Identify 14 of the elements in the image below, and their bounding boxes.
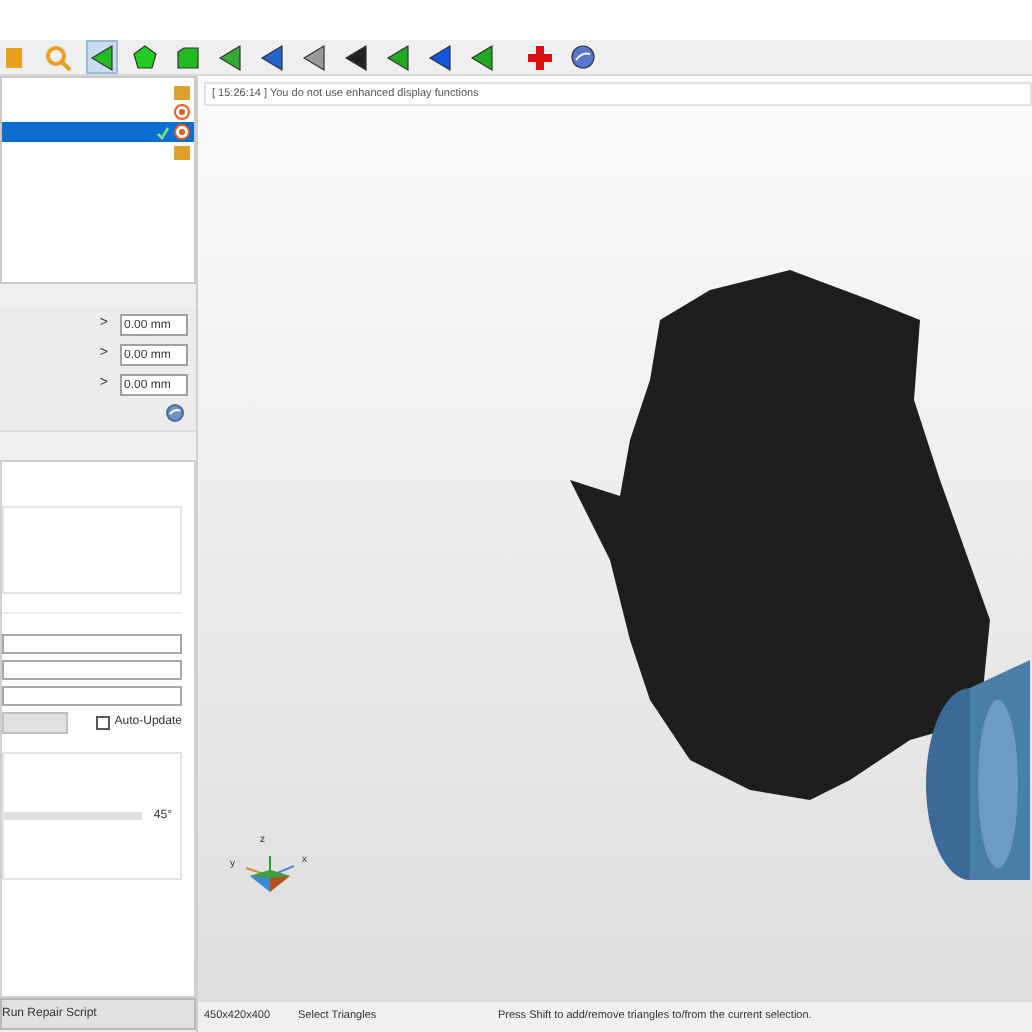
folder-icon (6, 45, 26, 69)
toolbar-button[interactable] (566, 40, 600, 74)
tree-item[interactable] (2, 122, 194, 142)
input-field[interactable] (2, 686, 182, 706)
input-field[interactable] (2, 634, 182, 654)
globe-icon (570, 44, 596, 70)
folder-icon (174, 145, 190, 159)
folder-icon (174, 85, 190, 99)
check-icon (156, 125, 170, 139)
plus-icon (528, 45, 552, 69)
axis-icon (242, 852, 298, 896)
search-icon (44, 43, 72, 71)
globe-icon[interactable] (166, 404, 184, 422)
input-field[interactable] (2, 660, 182, 680)
